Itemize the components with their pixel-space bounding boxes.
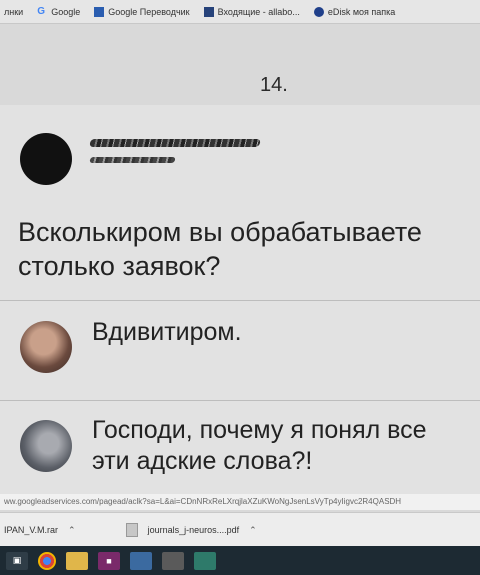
bookmark-label: лнки [4,6,24,17]
answer-avatar[interactable] [20,420,72,472]
app-icon[interactable] [194,551,216,570]
start-icon[interactable]: ▣ [6,551,28,570]
folder-icon[interactable] [66,551,88,570]
bookmark-inbox[interactable]: Входящие - allabo... [203,6,300,17]
answer-avatar[interactable] [20,321,72,373]
app-icon[interactable] [130,551,152,570]
download-name: IPAN_V.M.rar [4,525,59,535]
status-url: ww.googleadservices.com/pagead/aclk?sa=L… [0,494,480,510]
chevron-up-icon[interactable]: ⌃ [68,525,76,536]
page-number: 14. [260,74,288,96]
google-icon: G [37,5,45,17]
bookmark-label: Google Переводчик [108,6,190,17]
answer-text: Господи, почему я понял все эти адские с… [92,416,427,475]
bookmarks-bar: лнки G Google Google Переводчик Входящие… [0,0,480,24]
app-icon[interactable] [162,551,184,570]
answer-text: Вдивитиром. [92,318,242,346]
divider [0,300,480,301]
download-name: journals_j-neuros....pdf [147,525,240,535]
bookmark-edisk[interactable]: eDisk моя папка [313,6,396,17]
bookmark-apps[interactable]: лнки [4,7,23,17]
chevron-up-icon[interactable]: ⌃ [249,525,257,536]
disk-icon [313,6,324,17]
taskbar: ▣ ■ [0,546,480,575]
bookmark-translate[interactable]: Google Переводчик [94,6,190,17]
chrome-icon[interactable] [38,551,56,570]
file-icon [125,523,138,537]
bookmark-label: Входящие - allabo... [217,6,300,17]
avatar[interactable] [20,133,72,185]
qa-card: Всколькиром вы обрабатываете столько зая… [0,105,480,495]
bookmark-label: Google [51,6,81,17]
winrar-icon[interactable]: ■ [98,551,120,570]
redacted-username [89,139,261,147]
bookmark-google[interactable]: G Google [37,5,81,17]
bookmark-label: eDisk моя папка [327,6,396,17]
downloads-bar: IPAN_V.M.rar ⌃ journals_j-neuros....pdf … [0,512,480,547]
redacted-subtitle [89,157,176,163]
question-text: Всколькиром вы обрабатываете столько зая… [18,217,422,281]
divider [0,400,480,401]
download-item[interactable]: IPAN_V.M.rar ⌃ [4,525,76,536]
translate-icon [94,6,105,17]
download-item[interactable]: journals_j-neuros....pdf ⌃ [125,523,257,537]
mail-icon [203,6,214,17]
